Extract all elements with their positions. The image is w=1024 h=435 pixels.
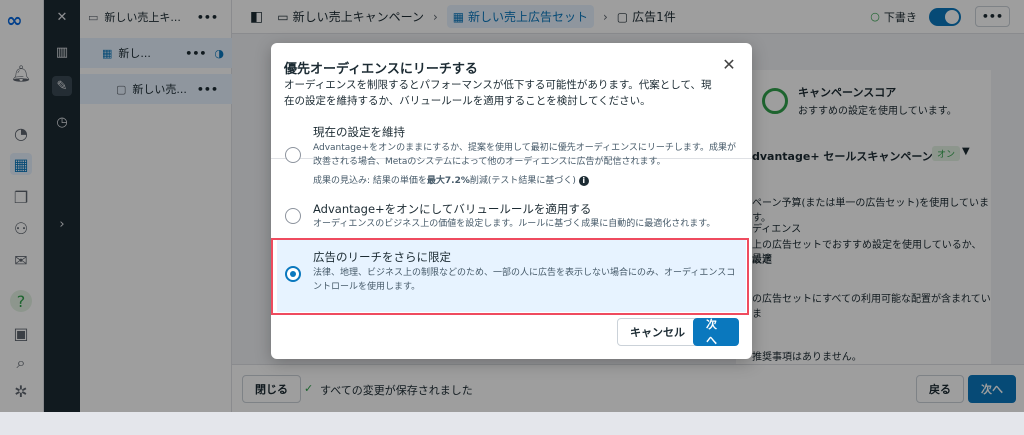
dialog-title: 優先オーディエンスにリーチする xyxy=(284,62,478,77)
dialog-description: オーディエンスを制限するとパフォーマンスが低下する可能性があります。代案として、… xyxy=(284,79,712,107)
radio-keep-settings[interactable] xyxy=(285,147,301,163)
option-1-estimate: 成果の見込み: 結果の単価を最大7.2%削減(テスト結果に基づく) i xyxy=(313,174,738,188)
highlight-annotation xyxy=(271,238,749,315)
estimate-bold: 最大7.2% xyxy=(426,176,470,186)
estimate-prefix: 成果の見込み: 結果の単価を xyxy=(313,176,427,186)
close-icon[interactable]: ✕ xyxy=(720,55,738,74)
option-1-title: 現在の設定を維持 xyxy=(313,125,405,139)
estimate-suffix: 削減(テスト結果に基づく) xyxy=(469,176,576,186)
option-1-text: Advantage+をオンのままにするか、提案を使用して最初に優先オーディエンス… xyxy=(313,143,737,167)
bottom-strip xyxy=(0,412,1024,435)
cancel-button[interactable]: キャンセル xyxy=(617,318,698,346)
option-2-text: オーディエンスのビジネス上の価値を設定します。ルールに基づく成果に自動的に最適化… xyxy=(313,219,716,229)
dialog-next-button[interactable]: 次へ xyxy=(693,318,739,347)
option-2-title: Advantage+をオンにしてバリュールールを適用する xyxy=(313,202,592,216)
radio-value-rules[interactable] xyxy=(285,208,301,224)
info-icon[interactable]: i xyxy=(578,176,589,186)
